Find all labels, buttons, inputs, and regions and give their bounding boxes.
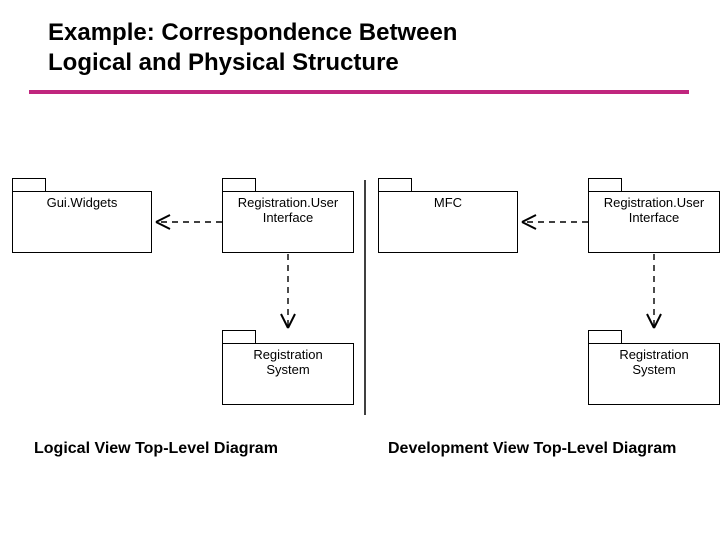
slide-title: Example: Correspondence Between Logical …: [48, 18, 457, 78]
package-label: Registration.User Interface: [604, 196, 704, 226]
title-line2: Logical and Physical Structure: [48, 49, 399, 76]
package-label: Registration System: [253, 348, 322, 378]
package-label: Registration.User Interface: [238, 196, 338, 226]
package-label: MFC: [434, 196, 462, 211]
connectors-overlay: [0, 0, 720, 540]
title-line1: Example: Correspondence Between: [48, 19, 457, 46]
package-label: Registration System: [619, 348, 688, 378]
caption-left: Logical View Top-Level Diagram: [34, 440, 278, 458]
title-underline: [29, 90, 689, 94]
package-label: Gui.Widgets: [47, 196, 118, 211]
caption-right: Development View Top-Level Diagram: [388, 440, 676, 458]
